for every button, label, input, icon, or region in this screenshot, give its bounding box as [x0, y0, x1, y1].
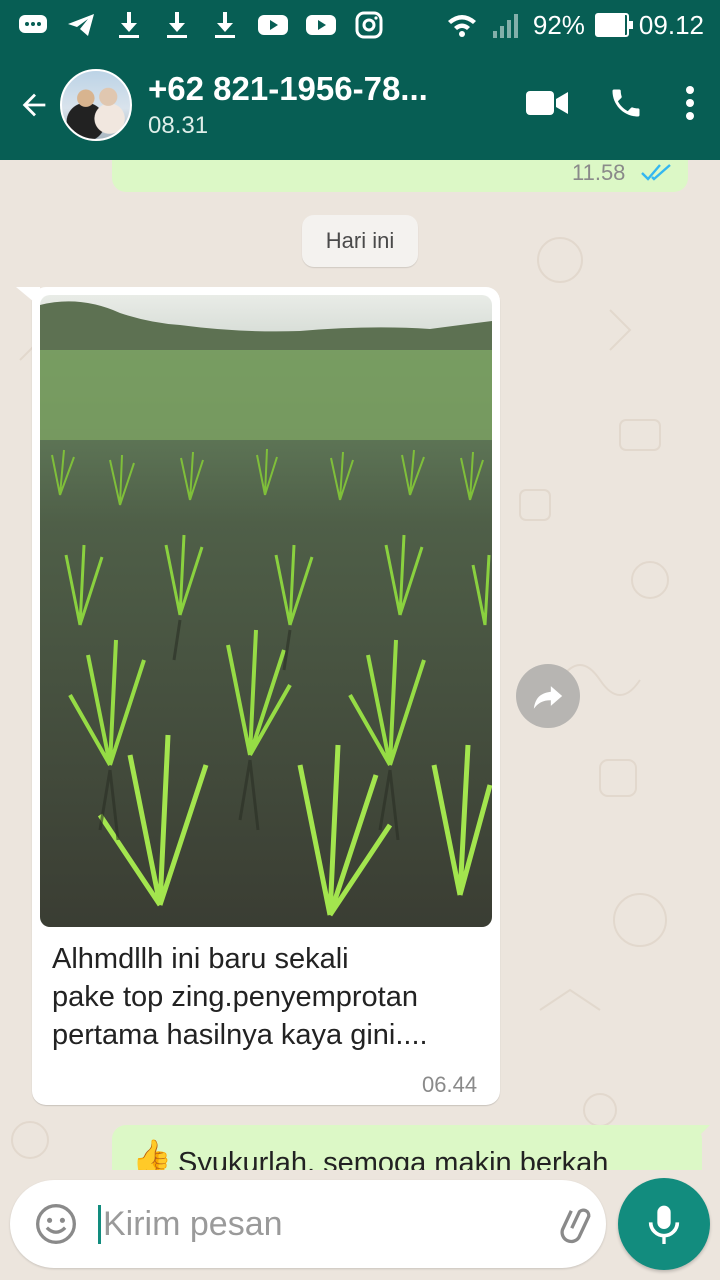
message-text: Syukurlah, semoga makin berkah: [178, 1147, 609, 1170]
outgoing-message-reply[interactable]: 👍 Syukurlah, semoga makin berkah: [112, 1125, 702, 1170]
voice-record-button[interactable]: [618, 1178, 710, 1270]
avatar[interactable]: [60, 69, 132, 141]
rice-field-image: [40, 295, 492, 927]
clock: 09.12: [638, 9, 704, 40]
battery-icon: [594, 13, 633, 37]
download-icon: [160, 11, 194, 39]
more-options-button[interactable]: [684, 85, 696, 126]
message-composer: [10, 1180, 667, 1268]
message-input[interactable]: [98, 1204, 546, 1244]
outgoing-message-previous[interactable]: terkirim 11.58: [112, 160, 688, 192]
rice-field-photo[interactable]: [40, 295, 492, 927]
forward-button[interactable]: [516, 664, 580, 728]
youtube-icon: [256, 11, 290, 39]
emoji-icon: [36, 1204, 76, 1244]
paperclip-icon: [560, 1208, 591, 1244]
battery-percent: 92%: [532, 9, 585, 40]
status-system: 92% 09.12: [445, 10, 704, 41]
status-bar: 92% 09.12: [0, 0, 720, 50]
chat-notification-icon: [16, 11, 50, 39]
overflow-menu-icon: [686, 85, 694, 120]
video-call-button[interactable]: [526, 88, 568, 123]
youtube-icon: [304, 11, 338, 39]
emoji-button[interactable]: [34, 1202, 78, 1246]
signal-icon: [489, 11, 523, 39]
contact-name: +62 821-1956-78...: [148, 70, 428, 107]
date-separator: Hari ini: [302, 215, 418, 267]
battery-level: [596, 15, 625, 35]
instagram-icon: [352, 11, 386, 39]
phone-icon: [612, 89, 640, 116]
message-time: 11.58: [572, 160, 626, 185]
message-time: 06.44: [422, 1072, 478, 1097]
header-actions: [526, 85, 696, 126]
attach-button[interactable]: [556, 1202, 600, 1246]
bubble-tail: [690, 1125, 710, 1145]
microphone-icon: [648, 1205, 680, 1244]
forward-arrow-icon: [533, 686, 563, 709]
download-icon: [112, 11, 146, 39]
chat-header: +62 821-1956-78... 08.31: [0, 50, 720, 160]
chat-area[interactable]: terkirim 11.58 Hari ini: [0, 160, 720, 1170]
double-check-read-icon: [641, 164, 671, 181]
back-arrow-icon: [22, 93, 46, 117]
download-icon: [208, 11, 242, 39]
image-caption: Alhmdllh ini baru sekali pake top zing.p…: [52, 940, 482, 1054]
back-button[interactable]: [14, 85, 54, 125]
caption-line: pertama hasilnya kaya gini....: [52, 1019, 428, 1051]
last-seen: 08.31: [148, 112, 209, 139]
caption-line: Alhmdllh ini baru sekali: [52, 943, 349, 975]
contact-info[interactable]: +62 821-1956-78... 08.31: [148, 70, 526, 140]
thumbs-up-emoji: 👍: [132, 1138, 172, 1170]
video-camera-icon: [526, 90, 568, 115]
bubble-tail: [16, 287, 40, 307]
wifi-icon: [445, 11, 479, 39]
telegram-icon: [64, 11, 98, 39]
caption-line: pake top zing.penyemprotan: [52, 981, 418, 1013]
status-notifications: [16, 11, 386, 39]
voice-call-button[interactable]: [608, 85, 644, 126]
